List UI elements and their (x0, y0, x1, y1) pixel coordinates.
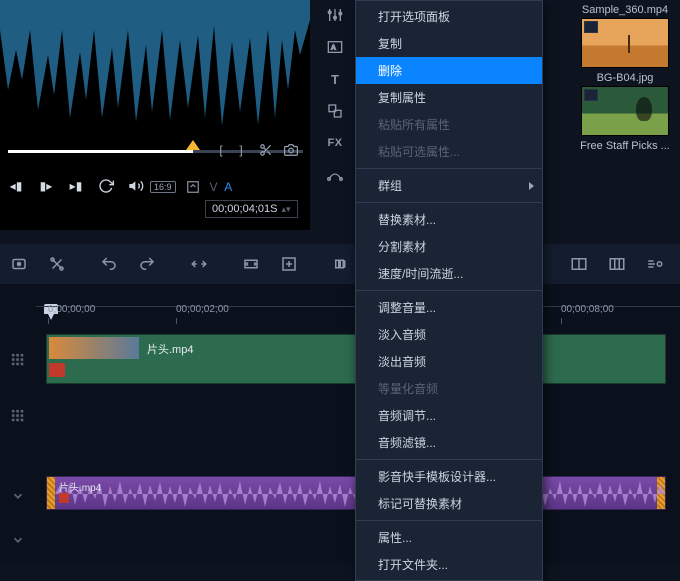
track-toggle[interactable]: V A (210, 180, 235, 194)
timeline-panel: 0;00;00;00 00;00;02;00 00;00;08;00 片头.mp… (0, 284, 680, 564)
play-button[interactable]: ▮▸ (36, 176, 56, 196)
menu-item: 粘贴所有属性 (356, 111, 542, 138)
media-badge-icon (584, 89, 598, 101)
redo-button[interactable] (132, 249, 162, 279)
asset-thumbnail[interactable] (581, 86, 669, 136)
menu-item[interactable]: 音频调节... (356, 402, 542, 429)
menu-separator (356, 459, 542, 460)
menu-item[interactable]: 群组 (356, 172, 542, 199)
menu-item[interactable]: 分割素材 (356, 233, 542, 260)
clip-label: 片头.mp4 (59, 479, 101, 494)
menu-item[interactable]: 属性... (356, 524, 542, 551)
asset-name: Free Staff Picks ... (570, 140, 680, 152)
menu-item[interactable]: 标记可替换素材 (356, 490, 542, 517)
menu-item[interactable]: 打开选项面板 (356, 3, 542, 30)
subtitle-icon[interactable]: A (324, 36, 346, 58)
fit-width-button[interactable] (184, 249, 214, 279)
menu-item[interactable]: 音频滤镜... (356, 429, 542, 456)
tools-button[interactable] (42, 249, 72, 279)
menu-item: 粘贴可选属性... (356, 138, 542, 165)
record-button[interactable] (4, 249, 34, 279)
volume-button[interactable] (126, 176, 146, 196)
loop-button[interactable] (96, 176, 116, 196)
clip-marker-icon (59, 493, 69, 503)
title-tool-icon[interactable]: T (324, 68, 346, 90)
menu-item[interactable]: 复制属性 (356, 84, 542, 111)
mixer-icon[interactable] (324, 4, 346, 26)
clip-marker-icon (49, 363, 65, 377)
prev-edit-button[interactable] (326, 249, 356, 279)
asset-name: BG-B04.jpg (570, 72, 680, 84)
audio-track-header[interactable] (0, 476, 36, 516)
snapshot-button[interactable] (283, 142, 299, 158)
prev-frame-button[interactable]: ◂▮ (6, 176, 26, 196)
mark-out-button[interactable]: ] (233, 142, 249, 158)
asset-name: Sample_360.mp4 (570, 4, 680, 16)
clip-thumbnail (49, 337, 139, 359)
menu-separator (356, 290, 542, 291)
timecode-stepper-icon[interactable]: ▴▾ (281, 204, 290, 215)
overlay-track-header[interactable] (0, 396, 36, 436)
asset-library: Sample_360.mp4 BG-B04.jpg Free Staff Pic… (570, 0, 680, 210)
menu-item[interactable]: 淡入音频 (356, 321, 542, 348)
ruler-tick: 00;00;02;00 (176, 304, 229, 315)
media-badge-icon (584, 21, 598, 33)
timecode-value: 00;00;04;01S (212, 203, 277, 215)
transition-icon[interactable] (324, 100, 346, 122)
path-tool-icon[interactable] (324, 164, 346, 186)
menu-item[interactable]: 删除 (356, 57, 542, 84)
asset-thumbnail[interactable] (581, 18, 669, 68)
ruler-tick: 00;00;08;00 (561, 304, 614, 315)
menu-item[interactable]: 替换素材... (356, 206, 542, 233)
menu-separator (356, 202, 542, 203)
zoom-button[interactable] (274, 249, 304, 279)
timeline-view-button[interactable] (564, 249, 594, 279)
audio-track-header-2[interactable] (0, 520, 36, 560)
side-tool-column: A T FX (320, 0, 350, 230)
menu-item[interactable]: 影音快手模板设计器... (356, 463, 542, 490)
menu-separator (356, 168, 542, 169)
svg-text:A: A (331, 45, 336, 52)
menu-item[interactable]: 复制 (356, 30, 542, 57)
fit-project-button[interactable] (236, 249, 266, 279)
menu-item[interactable]: 淡出音频 (356, 348, 542, 375)
aspect-ratio-badge[interactable]: 16:9 (150, 181, 176, 193)
video-track-header[interactable] (0, 340, 36, 380)
next-frame-button[interactable]: ▸▮ (66, 176, 86, 196)
menu-item[interactable]: 速度/时间流逝... (356, 260, 542, 287)
preview-panel: [ ] ◂▮ ▮▸ ▸▮ 16:9 V A 00;00;04;01S ▴▾ (0, 0, 310, 230)
cut-button[interactable] (258, 142, 274, 158)
preview-options: 16:9 V A (150, 178, 234, 196)
menu-item[interactable]: 打开文件夹... (356, 551, 542, 578)
transport-controls: ◂▮ ▮▸ ▸▮ (6, 176, 146, 196)
resize-button[interactable] (184, 178, 202, 196)
menu-item: 等量化音频 (356, 375, 542, 402)
timecode-field[interactable]: 00;00;04;01S ▴▾ (205, 200, 298, 218)
clip-label: 片头.mp4 (147, 341, 193, 357)
context-menu: 打开选项面板复制删除复制属性粘贴所有属性粘贴可选属性... 群组替换素材...分割… (355, 0, 543, 581)
seek-playhead-icon[interactable] (186, 140, 200, 150)
timeline-toolbar (0, 244, 680, 284)
effects-icon[interactable]: FX (324, 132, 346, 154)
preview-seekbar[interactable]: [ ] (8, 140, 303, 158)
ruler-tick: 0;00;00;00 (48, 304, 95, 315)
menu-item[interactable]: 调整音量... (356, 294, 542, 321)
storyboard-view-button[interactable] (602, 249, 632, 279)
mark-in-button[interactable]: [ (213, 142, 229, 158)
waveform-display (0, 0, 310, 132)
motion-button[interactable] (640, 249, 670, 279)
undo-button[interactable] (94, 249, 124, 279)
menu-separator (356, 520, 542, 521)
clip-trim-handle-left[interactable] (47, 477, 55, 509)
